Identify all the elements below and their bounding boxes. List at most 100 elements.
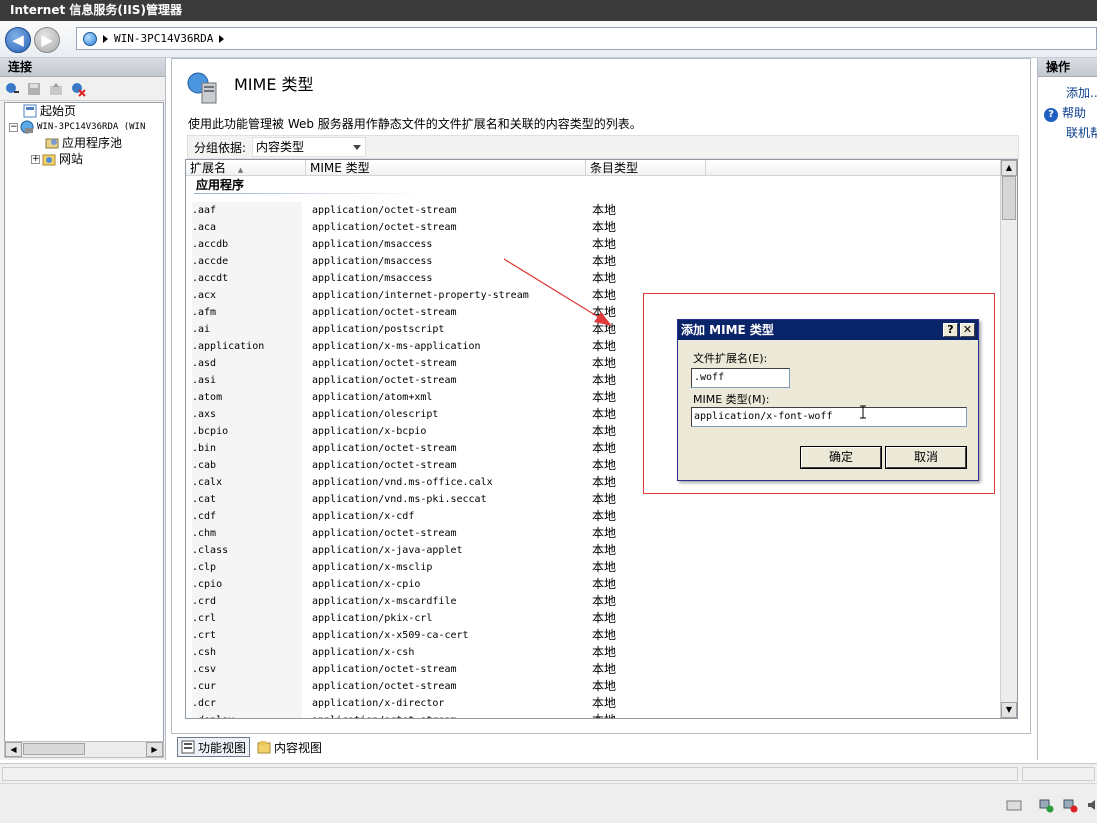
column-entry-type[interactable]: 条目类型	[586, 160, 706, 176]
cell-entry-type: 本地	[592, 543, 617, 557]
cell-extension: .dcr	[192, 695, 302, 712]
expand-icon[interactable]: +	[31, 154, 40, 164]
table-row[interactable]: .deploy application/octet-stream 本地	[186, 712, 1001, 718]
sites-folder-icon	[42, 154, 56, 166]
close-icon[interactable]: ✕	[960, 323, 975, 337]
cancel-button[interactable]: 取消	[885, 446, 967, 469]
help-icon: ?	[1044, 108, 1058, 122]
cell-entry-type: 本地	[592, 424, 617, 438]
forward-button[interactable]: ▶	[34, 27, 60, 53]
action-online-help[interactable]: 联机帮助	[1044, 123, 1097, 143]
up-folder-icon[interactable]	[48, 81, 64, 97]
table-row[interactable]: .cpio application/x-cpio 本地	[186, 576, 1001, 593]
mime-type-input[interactable]: application/x-font-woff	[691, 407, 967, 427]
network-icon[interactable]	[1038, 797, 1054, 813]
security-alert-icon[interactable]	[1062, 797, 1078, 813]
page-description: 使用此功能管理被 Web 服务器用作静态文件的文件扩展名和关联的内容类型的列表。	[188, 117, 642, 131]
table-row[interactable]: .accdt application/msaccess 本地	[186, 270, 1001, 287]
status-segment	[2, 767, 1018, 781]
address-bar[interactable]: WIN-3PC14V36RDA	[76, 27, 1097, 50]
taskbar	[0, 783, 1097, 823]
list-vertical-scrollbar[interactable]: ▲ ▼	[1000, 160, 1017, 718]
table-row[interactable]: .cdf application/x-cdf 本地	[186, 508, 1001, 525]
action-help[interactable]: ? 帮助	[1044, 103, 1097, 123]
cell-entry-type: 本地	[592, 594, 617, 608]
ok-button[interactable]: 确定	[800, 446, 882, 469]
disconnect-icon[interactable]	[70, 81, 86, 97]
cell-mime-type: application/octet-stream	[312, 358, 457, 369]
tree-horizontal-scrollbar[interactable]: ◀ ▶	[4, 741, 164, 758]
status-segment	[1022, 767, 1095, 781]
tree-item-app-pools[interactable]: 应用程序池	[5, 135, 163, 151]
back-button[interactable]: ◀	[5, 27, 31, 53]
cell-extension: .afm	[192, 304, 302, 321]
breadcrumb-separator-icon	[219, 34, 225, 43]
cell-entry-type: 本地	[592, 305, 617, 319]
cell-extension: .bcpio	[192, 423, 302, 440]
scroll-right-icon[interactable]: ▶	[146, 742, 163, 757]
cell-mime-type: application/x-bcpio	[312, 426, 427, 437]
table-row[interactable]: .accdb application/msaccess 本地	[186, 236, 1001, 253]
extension-input[interactable]: .woff	[691, 368, 790, 388]
tab-feature-view[interactable]: 功能视图	[177, 737, 251, 757]
cell-mime-type: application/postscript	[312, 324, 445, 335]
cell-extension: .clp	[192, 559, 302, 576]
table-row[interactable]: .aaf application/octet-stream 本地	[186, 202, 1001, 219]
dialog-title: 添加 MIME 类型	[681, 323, 774, 337]
cell-extension: .application	[192, 338, 302, 355]
table-row[interactable]: .crt application/x-x509-ca-cert 本地	[186, 627, 1001, 644]
connect-icon[interactable]	[4, 81, 20, 97]
scroll-left-icon[interactable]: ◀	[5, 742, 22, 757]
cell-entry-type: 本地	[592, 407, 617, 421]
table-row[interactable]: .accde application/msaccess 本地	[186, 253, 1001, 270]
cell-extension: .crd	[192, 593, 302, 610]
column-extension[interactable]: 扩展名 ▲	[186, 160, 306, 176]
scroll-down-icon[interactable]: ▼	[1001, 702, 1017, 718]
arrow-left-icon: ◀	[12, 31, 24, 49]
cell-extension: .class	[192, 542, 302, 559]
cell-entry-type: 本地	[592, 322, 617, 336]
cell-extension: .chm	[192, 525, 302, 542]
collapse-icon[interactable]: −	[9, 122, 18, 132]
cell-extension: .cat	[192, 491, 302, 508]
table-row[interactable]: .clp application/x-msclip 本地	[186, 559, 1001, 576]
table-row[interactable]: .csv application/octet-stream 本地	[186, 661, 1001, 678]
group-divider	[194, 193, 424, 194]
dialog-title-bar: 添加 MIME 类型 ? ✕	[678, 320, 978, 340]
cell-entry-type: 本地	[592, 628, 617, 642]
text-cursor-icon	[860, 405, 866, 419]
breadcrumb-server[interactable]: WIN-3PC14V36RDA	[114, 32, 213, 45]
tree-item-label: WIN-3PC14V36RDA (WIN	[37, 122, 146, 132]
cell-mime-type: application/vnd.ms-office.calx	[312, 477, 493, 488]
volume-icon[interactable]	[1086, 797, 1097, 813]
help-icon[interactable]: ?	[943, 323, 958, 337]
action-add[interactable]: 添加...	[1044, 83, 1097, 103]
table-row[interactable]: .crd application/x-mscardfile 本地	[186, 593, 1001, 610]
table-row[interactable]: .chm application/octet-stream 本地	[186, 525, 1001, 542]
table-row[interactable]: .cur application/octet-stream 本地	[186, 678, 1001, 695]
table-row[interactable]: .crl application/pkix-crl 本地	[186, 610, 1001, 627]
save-icon[interactable]	[26, 81, 42, 97]
scroll-up-icon[interactable]: ▲	[1001, 160, 1017, 176]
table-row[interactable]: .class application/x-java-applet 本地	[186, 542, 1001, 559]
scrollbar-thumb[interactable]	[1002, 176, 1016, 220]
extension-label: 文件扩展名(E):	[693, 352, 768, 365]
tab-content-view[interactable]: 内容视图	[254, 737, 325, 757]
cell-entry-type: 本地	[592, 560, 617, 574]
tree-item-sites[interactable]: + 网站	[5, 151, 163, 167]
column-mime-type[interactable]: MIME 类型	[306, 160, 586, 176]
keyboard-icon[interactable]	[1006, 797, 1022, 813]
table-row[interactable]: .csh application/x-csh 本地	[186, 644, 1001, 661]
table-row[interactable]: .dcr application/x-director 本地	[186, 695, 1001, 712]
table-row[interactable]: .aca application/octet-stream 本地	[186, 219, 1001, 236]
cell-extension: .crl	[192, 610, 302, 627]
cell-entry-type: 本地	[592, 645, 617, 659]
tree-item-start-page[interactable]: 起始页	[5, 103, 163, 119]
cell-entry-type: 本地	[592, 254, 617, 268]
tree-item-server[interactable]: − WIN-3PC14V36RDA (WIN	[5, 119, 163, 135]
cell-entry-type: 本地	[592, 509, 617, 523]
server-icon	[83, 31, 97, 46]
scrollbar-thumb[interactable]	[23, 743, 85, 755]
cell-mime-type: application/x-mscardfile	[312, 596, 457, 607]
group-by-select[interactable]: 内容类型	[252, 137, 367, 157]
